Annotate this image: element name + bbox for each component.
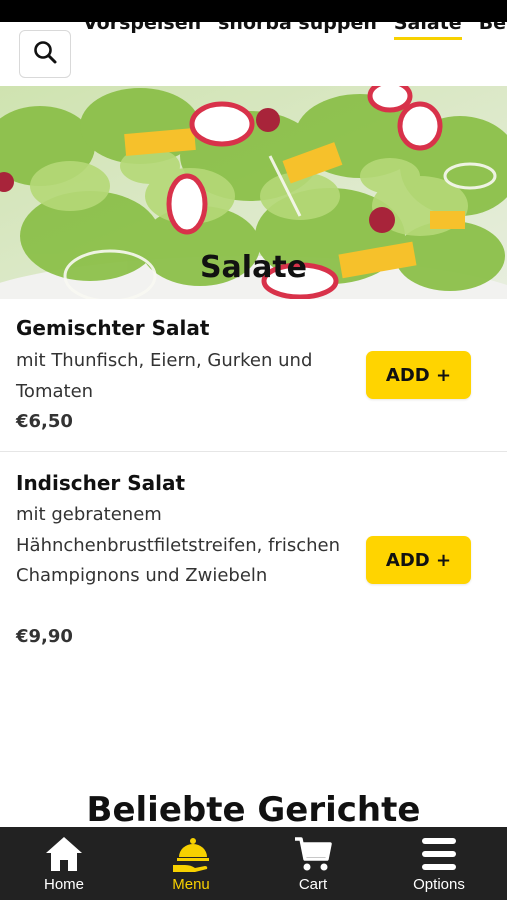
- tab-vorspeisen[interactable]: Vorspeisen: [83, 22, 201, 34]
- search-icon: [32, 39, 58, 69]
- tab-shorba-suppen[interactable]: shorba suppen: [218, 22, 377, 34]
- category-tabs: Vorspeisen shorba suppen Salate Beil: [83, 22, 507, 40]
- add-to-cart-button[interactable]: ADD +: [366, 351, 471, 399]
- item-description: mit Thunfisch, Eiern, Gurken und Tomaten: [16, 350, 313, 402]
- bottom-navigation: Home Menu Cart Options: [0, 827, 507, 900]
- nav-home[interactable]: Home: [1, 827, 127, 900]
- add-to-cart-button[interactable]: ADD +: [366, 536, 471, 584]
- nav-options-label: Options: [413, 876, 465, 893]
- hamburger-menu-icon: [419, 835, 459, 875]
- item-name: Indischer Salat: [16, 471, 186, 495]
- popular-dishes-heading: Beliebte Gerichte: [86, 790, 421, 830]
- status-bar: [0, 0, 507, 22]
- item-price: €6,50: [16, 411, 73, 432]
- item-name: Gemischter Salat: [16, 316, 210, 340]
- nav-home-label: Home: [43, 876, 84, 893]
- nav-menu[interactable]: Menu: [128, 827, 254, 900]
- cart-icon: [293, 835, 333, 875]
- nav-options[interactable]: Options: [376, 827, 502, 900]
- menu-item: Indischer Salat mit gebratenem Hähnchenb…: [0, 452, 507, 662]
- category-title: Salate: [199, 250, 308, 285]
- nav-menu-label: Menu: [172, 876, 210, 893]
- item-description: mit gebratenem Hähnchenbrustfiletstreife…: [16, 504, 340, 586]
- tab-beilagen[interactable]: Beil: [479, 22, 507, 34]
- item-price: €9,90: [16, 626, 73, 647]
- menu-item: Gemischter Salat mit Thunfisch, Eiern, G…: [0, 299, 507, 452]
- tab-salate[interactable]: Salate: [393, 22, 462, 40]
- cloche-icon: [171, 835, 211, 875]
- search-button[interactable]: [19, 30, 71, 78]
- category-bar: Vorspeisen shorba suppen Salate Beil: [0, 22, 507, 87]
- nav-cart[interactable]: Cart: [250, 827, 376, 900]
- category-hero-image: Salate: [0, 86, 507, 299]
- home-icon: [44, 835, 84, 875]
- nav-cart-label: Cart: [298, 876, 328, 893]
